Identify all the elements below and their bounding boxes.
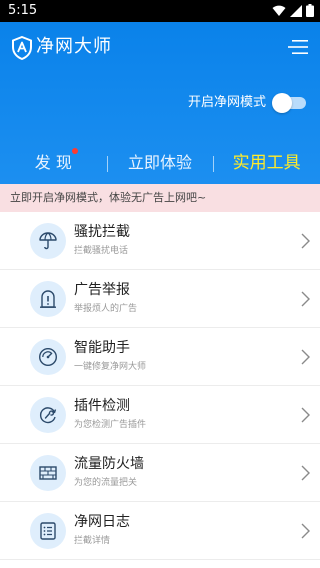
chevron-right-icon — [301, 523, 310, 539]
switch-knob — [272, 93, 292, 113]
status-time: 5:15 — [8, 3, 38, 18]
tool-item-net-log[interactable]: 净网日志 拦截详情 — [0, 502, 320, 560]
promo-banner[interactable]: 立即开启净网模式，体验无广告上网吧~ — [0, 184, 320, 212]
header-panel: 净网大师 开启净网模式 发 现 立即体验 实用工具 — [0, 22, 320, 184]
status-icons — [272, 4, 314, 17]
shield-logo-icon — [12, 36, 32, 60]
chevron-right-icon — [301, 233, 310, 249]
chevron-right-icon — [301, 291, 310, 307]
tool-title: 广告举报 — [74, 282, 130, 298]
tab-divider — [106, 156, 108, 172]
tool-title: 插件检测 — [74, 398, 130, 414]
tab-label: 发 现 — [34, 153, 72, 172]
status-bar: 5:15 — [0, 0, 320, 22]
umbrella-icon — [39, 232, 57, 250]
item-icon-circle — [30, 455, 66, 491]
net-mode-toggle-label: 开启净网模式 — [187, 95, 266, 110]
chevron-right-icon — [301, 349, 310, 365]
tool-item-plugin-scan[interactable]: 插件检测 为您检测广告插件 — [0, 386, 320, 444]
plugin-scan-icon — [39, 407, 57, 424]
tool-title: 净网日志 — [74, 514, 130, 530]
item-icon-circle — [30, 223, 66, 259]
item-icon-circle — [30, 339, 66, 375]
tool-title: 流量防火墙 — [74, 456, 144, 472]
tool-subtitle: 一键修复净网大师 — [74, 362, 147, 372]
net-mode-switch[interactable] — [272, 93, 306, 113]
item-icon-circle — [30, 397, 66, 433]
tool-title: 智能助手 — [74, 340, 130, 356]
tab-label: 实用工具 — [232, 153, 301, 173]
wifi-icon — [272, 5, 286, 16]
tab-try-now[interactable]: 立即体验 — [106, 148, 214, 184]
battery-icon — [306, 4, 314, 17]
chevron-right-icon — [301, 465, 310, 481]
tab-tools[interactable]: 实用工具 — [213, 148, 320, 184]
app-title: 净网大师 — [36, 36, 112, 57]
tool-item-traffic-firewall[interactable]: 流量防火墙 为您的流量把关 — [0, 444, 320, 502]
chevron-right-icon — [301, 407, 310, 423]
tool-subtitle: 为您的流量把关 — [74, 478, 138, 488]
tool-subtitle: 为您检测广告插件 — [74, 420, 147, 430]
item-icon-circle — [30, 513, 66, 549]
tab-discover[interactable]: 发 现 — [0, 148, 107, 184]
tool-subtitle: 拦截详情 — [74, 536, 111, 546]
signal-icon — [290, 4, 302, 17]
menu-icon[interactable] — [288, 39, 308, 55]
tool-item-ad-report[interactable]: 广告举报 举报烦人的广告 — [0, 270, 320, 328]
net-mode-toggle-row: 开启净网模式 — [187, 93, 306, 113]
tool-subtitle: 举报烦人的广告 — [74, 304, 138, 314]
report-icon — [40, 290, 56, 308]
tool-subtitle: 拦截骚扰电话 — [74, 246, 129, 256]
tool-item-smart-assistant[interactable]: 智能助手 一键修复净网大师 — [0, 328, 320, 386]
tools-list: 骚扰拦截 拦截骚扰电话 广告举报 举报烦人的广告 智能助手 一键修复净网大师 插… — [0, 212, 320, 560]
tool-item-harassment-block[interactable]: 骚扰拦截 拦截骚扰电话 — [0, 212, 320, 270]
tab-label: 立即体验 — [128, 153, 193, 172]
item-icon-circle — [30, 281, 66, 317]
badge-dot — [72, 148, 78, 154]
gauge-icon — [38, 347, 58, 367]
log-icon — [40, 522, 56, 540]
tab-bar: 发 现 立即体验 实用工具 — [0, 148, 320, 184]
tab-divider — [213, 156, 215, 172]
firewall-icon — [39, 466, 57, 480]
tool-title: 骚扰拦截 — [74, 224, 130, 240]
